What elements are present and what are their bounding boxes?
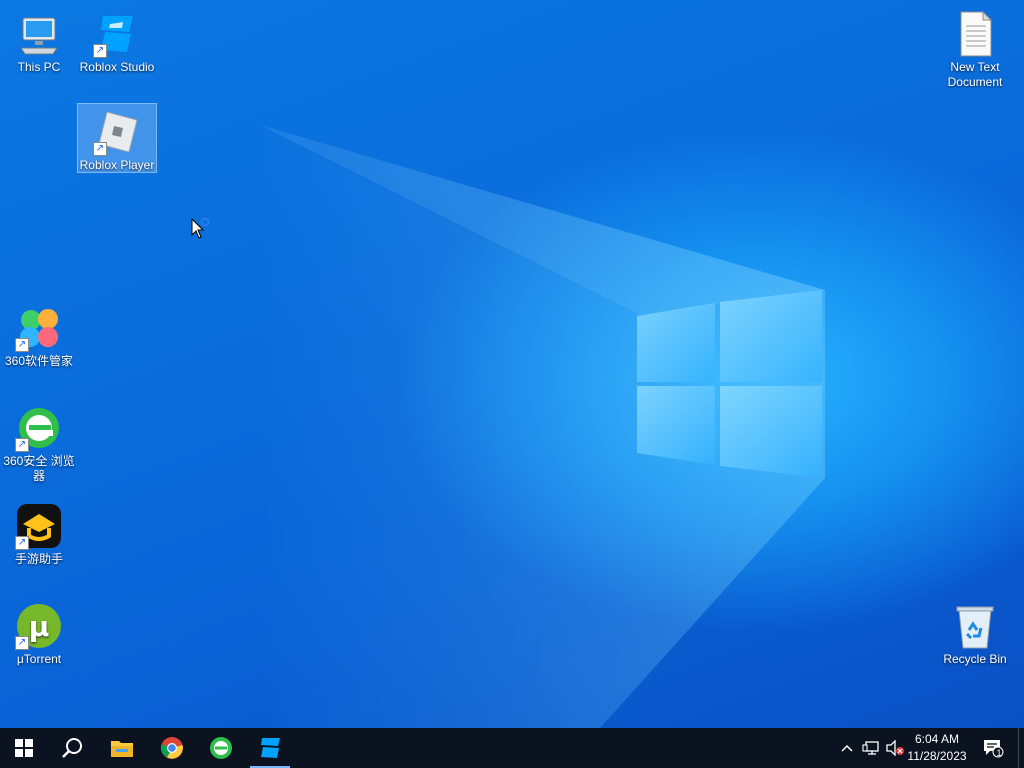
360-browser-icon	[210, 737, 232, 759]
network-tray-button[interactable]	[860, 728, 882, 768]
taskbar-clock[interactable]: 6:04 AM 11/28/2023	[902, 731, 972, 765]
shortcut-arrow-icon: ↗	[93, 44, 107, 58]
desktop-icon-label: This PC	[17, 60, 61, 74]
desktop-icon-new-text-document[interactable]: New Text Document	[936, 6, 1014, 90]
show-hidden-icons-button[interactable]	[836, 728, 858, 768]
shortcut-arrow-icon: ↗	[15, 636, 29, 650]
notification-count-badge: 1	[996, 748, 1002, 758]
mobile-game-assistant-icon: ↗	[15, 502, 63, 550]
computer-icon	[15, 10, 63, 58]
clock-time: 6:04 AM	[914, 732, 960, 746]
desktop-icon-roblox-studio[interactable]: ↗ Roblox Studio	[78, 6, 156, 75]
utorrent-icon: µ ↗	[15, 602, 63, 650]
desktop-icon-recycle-bin[interactable]: Recycle Bin	[936, 598, 1014, 667]
desktop-icon-label: New Text Document	[947, 60, 1003, 89]
roblox-studio-icon: ↗	[93, 10, 141, 58]
roblox-player-icon: ↗	[93, 108, 141, 156]
taskbar-file-explorer[interactable]	[98, 728, 146, 768]
folder-icon	[111, 741, 133, 757]
desktop-icon-mobile-game-assistant[interactable]: ↗ 手游助手	[0, 498, 78, 567]
desktop-icon-label: Roblox Studio	[79, 60, 155, 74]
action-center-button[interactable]: 1	[978, 728, 1008, 768]
desktop-icon-label: 360软件管家	[4, 354, 74, 368]
shortcut-arrow-icon: ↗	[15, 338, 29, 352]
search-button[interactable]	[48, 728, 96, 768]
desktop-icon-label: μTorrent	[16, 652, 62, 666]
shortcut-arrow-icon: ↗	[15, 536, 29, 550]
search-icon	[62, 738, 82, 758]
taskbar-360-browser[interactable]	[197, 728, 245, 768]
desktop-icon-360-browser[interactable]: ↗ 360安全 浏览器	[0, 400, 78, 484]
show-desktop-button[interactable]	[1018, 728, 1024, 768]
360-browser-icon: ↗	[15, 404, 63, 452]
shortcut-arrow-icon: ↗	[15, 438, 29, 452]
taskbar: 6:04 AM 11/28/2023 1	[0, 728, 1024, 768]
taskbar-roblox-studio[interactable]	[246, 728, 294, 768]
360-software-manager-icon: ↗	[15, 304, 63, 352]
desktop-icon-utorrent[interactable]: µ ↗ μTorrent	[0, 598, 78, 667]
recycle-bin-icon	[951, 602, 999, 650]
desktop-icon-this-pc[interactable]: This PC	[0, 6, 78, 75]
chevron-up-icon	[841, 744, 853, 752]
network-icon	[862, 741, 879, 755]
desktop-icon-label: Recycle Bin	[943, 652, 1007, 666]
desktop-icon-roblox-player[interactable]: ↗ Roblox Player	[77, 103, 157, 173]
clock-date: 11/28/2023	[907, 749, 967, 763]
desktop-icon-label: Roblox Player	[79, 158, 155, 172]
svg-text:µ: µ	[29, 610, 50, 643]
windows-logo-icon	[15, 739, 33, 757]
start-button[interactable]	[0, 728, 48, 768]
chrome-icon	[160, 737, 183, 759]
shortcut-arrow-icon: ↗	[93, 142, 107, 156]
busy-cursor-icon	[191, 218, 210, 239]
roblox-studio-icon	[261, 738, 280, 758]
desktop-icon-360-software-manager[interactable]: ↗ 360软件管家	[0, 300, 78, 369]
text-document-icon	[951, 10, 999, 58]
desktop-icon-label: 手游助手	[14, 552, 63, 566]
taskbar-chrome[interactable]	[148, 728, 196, 768]
desktop-icon-label: 360安全 浏览器	[3, 454, 75, 483]
